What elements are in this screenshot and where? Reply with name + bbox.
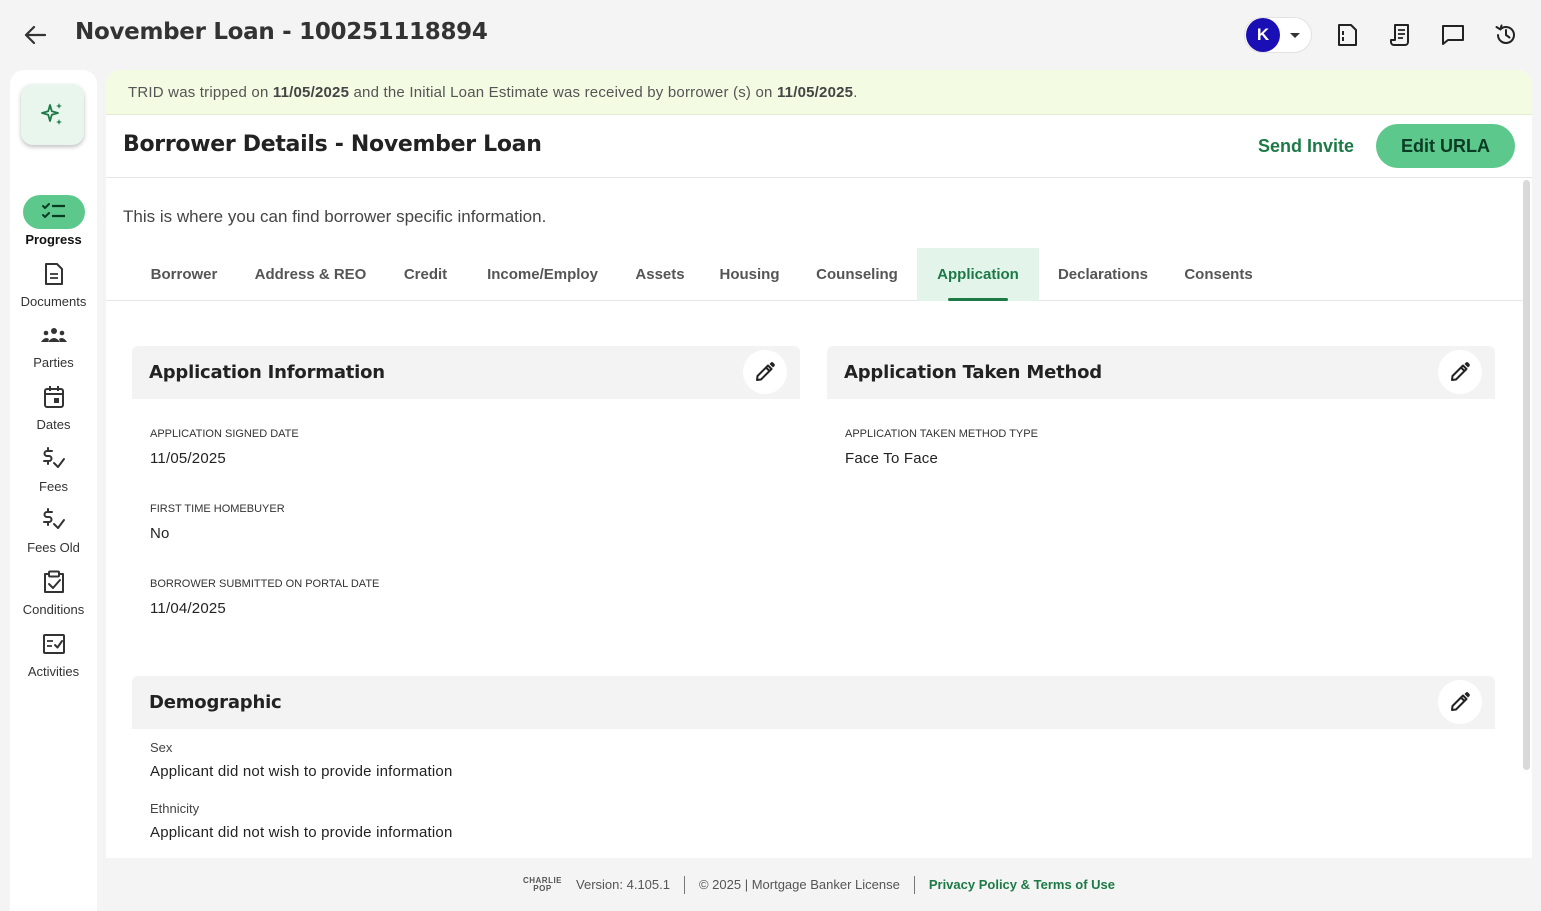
nav-label: Activities — [27, 664, 80, 679]
main-panel: TRID was tripped on 11/05/2025 and the I… — [106, 70, 1532, 858]
demographic-header: Demographic — [132, 676, 1495, 729]
nav-item-conditions[interactable]: Conditions — [10, 565, 97, 617]
tab-consents[interactable]: Consents — [1167, 248, 1270, 301]
method-type-label: APPLICATION TAKEN METHOD TYPE — [845, 428, 1038, 440]
user-menu[interactable]: K — [1244, 17, 1312, 53]
footer: CHARLIE POP Version: 4.105.1 © 2025 | Mo… — [106, 858, 1532, 911]
tab-application[interactable]: Application — [917, 248, 1039, 301]
banner-prefix: TRID was tripped on — [128, 83, 273, 101]
tab-bar: Borrower Address & REO Credit Income/Emp… — [106, 247, 1522, 301]
pencil-icon — [756, 362, 775, 381]
card-title: Demographic — [149, 692, 282, 713]
history-icon[interactable] — [1491, 20, 1521, 50]
card-title: Application Taken Method — [844, 362, 1102, 383]
page-title: November Loan - 100251118894 — [75, 19, 488, 45]
receipt-icon[interactable] — [1386, 20, 1416, 50]
section-title: Borrower Details - November Loan — [123, 132, 542, 157]
nav-item-fees[interactable]: Fees — [10, 442, 97, 494]
send-invite-button[interactable]: Send Invite — [1258, 136, 1354, 157]
sex-label: Sex — [150, 740, 173, 755]
activity-check-icon — [34, 627, 74, 661]
nav-item-fees-old[interactable]: Fees Old — [10, 503, 97, 555]
nav-label: Dates — [36, 417, 71, 432]
nav-item-dates[interactable]: Dates — [10, 380, 97, 432]
pencil-icon — [1451, 692, 1470, 711]
scrollbar[interactable] — [1523, 180, 1530, 770]
section-subtitle: This is where you can find borrower spec… — [123, 207, 547, 226]
banner-trip-date: 11/05/2025 — [272, 83, 350, 101]
side-nav: Progress Documents Parties Dates Fees Fe… — [10, 70, 97, 911]
ethnicity-label: Ethnicity — [150, 801, 200, 816]
footer-divider — [913, 875, 915, 894]
nav-item-documents[interactable]: Documents — [10, 257, 97, 309]
tab-counseling[interactable]: Counseling — [798, 248, 916, 301]
dollar-check-icon — [34, 442, 74, 476]
signed-date-label: APPLICATION SIGNED DATE — [150, 428, 299, 440]
application-info-header: Application Information — [132, 346, 800, 399]
tab-income-employ[interactable]: Income/Employ — [467, 248, 618, 301]
portal-date-value: 11/04/2025 — [150, 600, 226, 617]
nav-label: Progress — [25, 232, 82, 247]
calendar-icon — [34, 380, 74, 414]
nav-label: Documents — [20, 294, 87, 309]
application-method-header: Application Taken Method — [827, 346, 1495, 399]
document-icon[interactable] — [1332, 20, 1362, 50]
edit-application-method-button[interactable] — [1438, 350, 1482, 394]
tab-borrower[interactable]: Borrower — [132, 248, 236, 301]
footer-divider — [683, 875, 685, 894]
pencil-icon — [1451, 362, 1470, 381]
edit-application-info-button[interactable] — [743, 350, 787, 394]
first-time-value: No — [150, 525, 170, 542]
ethnicity-value: Applicant did not wish to provide inform… — [150, 824, 453, 841]
first-time-label: FIRST TIME HOMEBUYER — [150, 503, 285, 515]
card-title: Application Information — [149, 362, 385, 383]
copyright-text: © 2025 | Mortgage Banker License — [698, 877, 900, 892]
logo-bottom-text: POP — [533, 883, 552, 893]
clipboard-check-icon — [34, 565, 74, 599]
tab-address-reo[interactable]: Address & REO — [237, 248, 384, 301]
method-type-value: Face To Face — [845, 450, 939, 467]
people-icon — [34, 318, 74, 352]
tab-assets[interactable]: Assets — [619, 248, 701, 301]
banner-suffix: . — [853, 83, 858, 101]
tab-housing[interactable]: Housing — [702, 248, 797, 301]
nav-label: Fees — [39, 479, 68, 494]
nav-label: Fees Old — [27, 540, 80, 555]
version-text: Version: 4.105.1 — [576, 877, 670, 892]
banner-received-date: 11/05/2025 — [776, 83, 854, 101]
chat-icon[interactable] — [1438, 20, 1468, 50]
tab-declarations[interactable]: Declarations — [1040, 248, 1166, 301]
document-icon — [34, 257, 74, 291]
ai-sparkle-button[interactable] — [21, 84, 84, 145]
sex-value: Applicant did not wish to provide inform… — [150, 763, 453, 780]
tab-credit[interactable]: Credit — [385, 248, 466, 301]
checklist-icon — [22, 195, 85, 229]
edit-demographic-button[interactable] — [1438, 680, 1482, 724]
nav-item-parties[interactable]: Parties — [10, 318, 97, 370]
sparkle-icon — [40, 102, 62, 125]
top-bar: November Loan - 100251118894 K — [0, 0, 1541, 70]
nav-item-progress[interactable]: Progress — [10, 195, 97, 247]
nav-item-activities[interactable]: Activities — [10, 627, 97, 679]
back-arrow-icon[interactable] — [22, 22, 48, 48]
edit-urla-button[interactable]: Edit URLA — [1376, 124, 1515, 168]
chevron-down-icon — [1290, 32, 1300, 38]
nav-label: Conditions — [22, 602, 85, 617]
charlie-pop-logo: CHARLIE POP — [523, 876, 562, 893]
trid-banner: TRID was tripped on 11/05/2025 and the I… — [106, 70, 1532, 115]
banner-middle: and the Initial Loan Estimate was receiv… — [349, 83, 777, 101]
privacy-policy-link[interactable]: Privacy Policy & Terms of Use — [929, 877, 1115, 892]
portal-date-label: BORROWER SUBMITTED ON PORTAL DATE — [150, 578, 380, 590]
signed-date-value: 11/05/2025 — [150, 450, 226, 467]
avatar: K — [1246, 18, 1280, 52]
section-header: Borrower Details - November Loan Send In… — [106, 115, 1532, 178]
dollar-check-icon — [34, 503, 74, 537]
nav-label: Parties — [33, 355, 74, 370]
